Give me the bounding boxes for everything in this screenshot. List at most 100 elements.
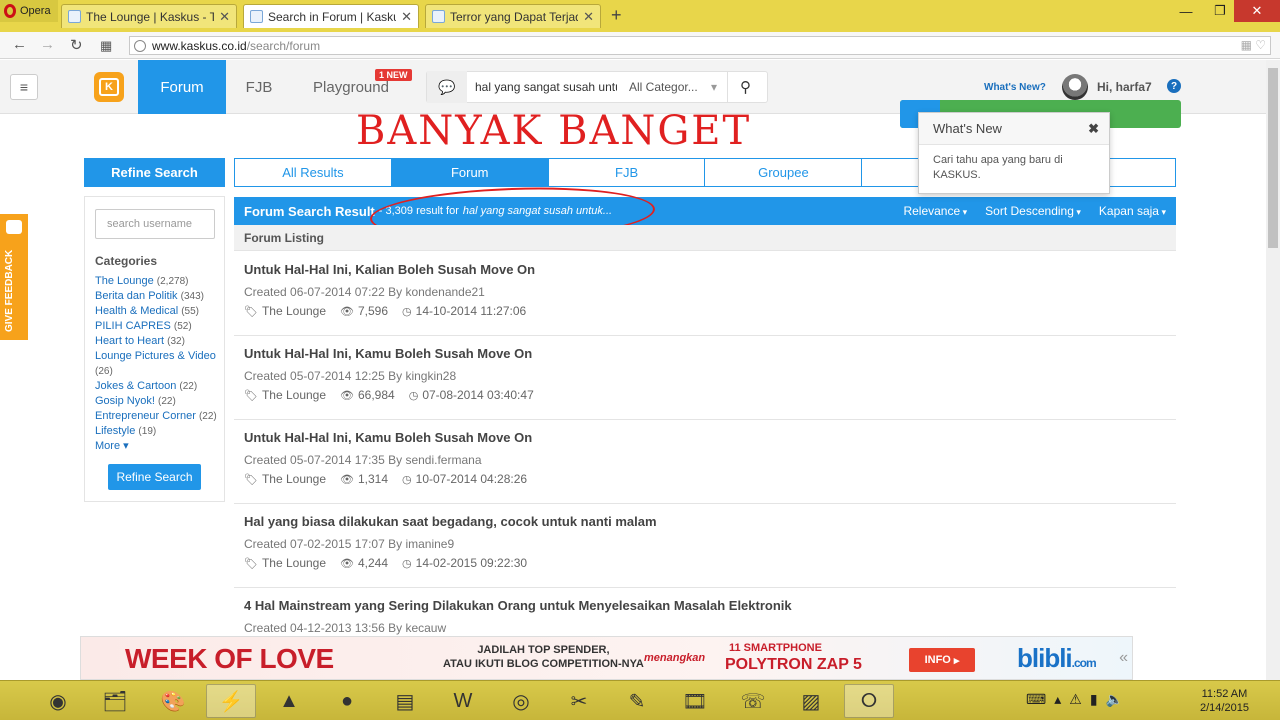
chevron-down-icon: ▾ [123,440,129,452]
category-item[interactable]: Gosip Nyok! (22) [95,394,223,409]
thread-title-link[interactable]: Untuk Hal-Hal Ini, Kamu Boleh Susah Move… [244,430,532,445]
thread-meta: Created 07-02-2015 17:07 By imanine9 [244,537,455,551]
messenger-icon[interactable]: ☏ [728,684,778,718]
snipping-tool-icon[interactable]: ✂ [554,684,604,718]
clock-icon: ◷ [402,558,412,570]
close-icon[interactable]: ✖ [1088,121,1099,137]
thread-views: 7,596 [358,304,389,318]
category-item[interactable]: Heart to Heart (32) [95,334,223,349]
help-icon[interactable]: ? [1167,79,1181,93]
url-host: www.kaskus.co.id [152,38,247,53]
hamburger-menu-icon[interactable]: ≡ [10,74,38,100]
search-input[interactable]: hal yang sangat susah untu [467,80,617,94]
category-item[interactable]: The Lounge (2,278) [95,274,223,289]
paint-icon[interactable]: 🎨 [148,684,198,718]
search-icon[interactable]: ⚲ [727,72,763,102]
category-item[interactable]: Health & Medical (55) [95,304,223,319]
pdf-reader-icon[interactable]: ✎ [612,684,662,718]
forward-arrow-icon[interactable]: → [40,36,55,53]
category-item[interactable]: Lifestyle (19) [95,424,223,439]
clock-date: 2/14/2015 [1200,702,1249,714]
chrome-icon[interactable]: ◉ [33,684,83,718]
thread-category-link[interactable]: The Lounge [262,472,326,486]
blibli-logo: blibli.com [1017,643,1097,673]
close-tab-icon[interactable]: ✕ [401,9,412,25]
thread-stats: 🏷 The Lounge 👁 4,244 ◷ 14-02-2015 09:22:30 [244,556,527,570]
kaskus-logo[interactable]: K [94,72,124,102]
tab-all-results[interactable]: All Results [235,159,392,186]
bookmark-heart-icon[interactable]: ▦ ♡ [1241,38,1266,52]
video-editor-icon[interactable]: 🎞 [670,684,720,718]
thread-title-link[interactable]: Untuk Hal-Hal Ini, Kamu Boleh Susah Move… [244,346,532,361]
thread-category-link[interactable]: The Lounge [262,388,326,402]
power-icon[interactable]: ▮ [1090,691,1098,708]
category-item[interactable]: PILIH CAPRES (52) [95,319,223,334]
page-scrollbar[interactable] [1266,60,1280,680]
thread-category-link[interactable]: The Lounge [262,556,326,570]
photo-app-icon[interactable]: ▨ [786,684,836,718]
category-item[interactable]: Lounge Pictures & Video (26) [95,349,223,379]
thread-title-link[interactable]: 4 Hal Mainstream yang Sering Dilakukan O… [244,598,792,613]
sort-relevance-dropdown[interactable]: Relevance [903,204,967,218]
opera-menu-button[interactable]: Opera [0,0,58,22]
tray-expand-icon[interactable]: ▴ [1054,691,1061,708]
whats-new-link[interactable]: What's New? [984,82,1046,93]
new-tab-button[interactable]: + [611,5,622,26]
time-filter-dropdown[interactable]: Kapan saja [1099,204,1166,218]
more-categories-link[interactable]: More ▾ [95,439,223,454]
whats-new-popover: What's New ✖ Cari tahu apa yang baru di … [918,112,1110,194]
close-tab-icon[interactable]: ✕ [583,9,594,25]
category-select[interactable]: All Categor... ▾ [617,80,727,94]
refine-search-button[interactable]: Refine Search [108,464,201,490]
give-feedback-tab[interactable]: GIVE FEEDBACK [0,214,28,340]
network-icon[interactable]: ⚠ [1069,691,1082,708]
media-player-icon[interactable]: ● [322,684,372,718]
maximize-icon[interactable]: ❐ [1204,0,1236,22]
speed-dial-grid-icon[interactable]: ▦ [100,38,112,54]
file-explorer-icon[interactable]: 🗂 [90,684,140,718]
category-item[interactable]: Jokes & Cartoon (22) [95,379,223,394]
excel-icon[interactable]: ▤ [380,684,430,718]
browser-tab[interactable]: Terror yang Dapat Terjadi ✕ [425,4,601,28]
thread-title-link[interactable]: Hal yang biasa dilakukan saat begadang, … [244,514,657,529]
tab-fjb[interactable]: FJB [549,159,706,186]
ad-info-button[interactable]: INFO ▸ [909,648,975,672]
winamp-icon[interactable]: ⚡ [206,684,256,718]
keyboard-icon[interactable]: ⌨ [1026,691,1046,708]
close-window-icon[interactable]: ✕ [1234,0,1280,22]
thread-title-link[interactable]: Untuk Hal-Hal Ini, Kalian Boleh Susah Mo… [244,262,535,277]
volume-icon[interactable]: 🔈 [1106,691,1123,708]
system-clock[interactable]: 11:52 AM 2/14/2015 [1200,687,1249,715]
scrollbar-thumb[interactable] [1268,68,1278,248]
system-tray: ⌨ ▴ ⚠ ▮ 🔈 [1026,691,1123,708]
chevron-left-icon[interactable]: « [1119,649,1128,667]
word-icon[interactable]: W [438,684,488,718]
advertisement-banner[interactable]: WEEK OF LOVE JADILAH TOP SPENDER, ATAU I… [80,636,1133,680]
browser-tab-active[interactable]: Search in Forum | Kaskus - ✕ [243,4,419,28]
browser-tab[interactable]: The Lounge | Kaskus - The ✕ [61,4,237,28]
chat-bubble-icon[interactable]: 💬 [427,71,467,103]
tab-forum[interactable]: Forum [391,159,549,186]
username-search-input[interactable]: search username [95,209,215,239]
clock-icon: ◷ [402,306,412,318]
close-tab-icon[interactable]: ✕ [219,9,230,25]
category-item[interactable]: Entrepreneur Corner (22) [95,409,223,424]
thread-category-link[interactable]: The Lounge [262,304,326,318]
kaskus-logo-icon: K [99,78,119,96]
thread-views: 66,984 [358,388,395,402]
nav-tab-fjb[interactable]: FJB [226,60,292,114]
back-arrow-icon[interactable]: ← [12,36,27,53]
address-bar[interactable]: www.kaskus.co.id /search/forum ▦ ♡ [129,36,1271,55]
tab-groupee[interactable]: Groupee [705,159,863,186]
nav-tab-forum[interactable]: Forum [138,60,226,114]
vlc-icon[interactable]: ▲ [264,684,314,718]
minimize-icon[interactable]: — [1170,0,1202,22]
category-item[interactable]: Berita dan Politik (343) [95,289,223,304]
reload-icon[interactable]: ↻ [70,36,83,54]
avatar[interactable] [1062,74,1088,100]
user-greeting[interactable]: Hi, harfa7 [1097,80,1152,94]
eye-icon: 👁 [340,390,354,402]
opera-taskbar-icon[interactable]: ⭘ [844,684,894,718]
sort-order-dropdown[interactable]: Sort Descending [985,204,1081,218]
disc-burner-icon[interactable]: ◎ [496,684,546,718]
